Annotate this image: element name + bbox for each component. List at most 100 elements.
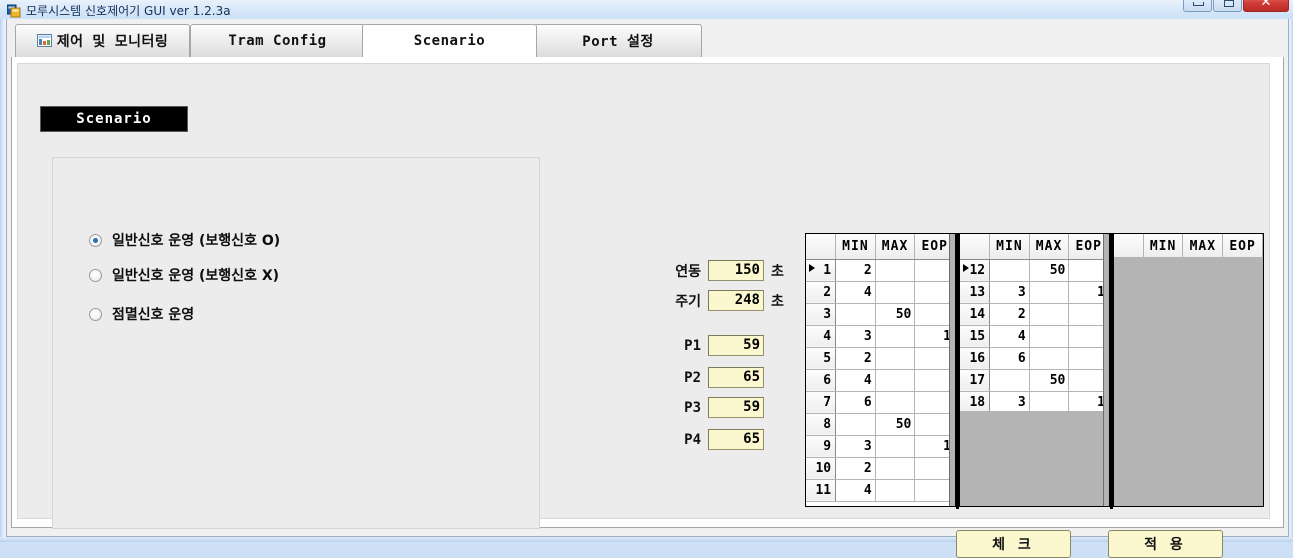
grid-cell-min[interactable]: 3	[835, 325, 876, 348]
grid-row[interactable]: 3 50	[806, 303, 955, 326]
grid-row-header[interactable]: 9	[806, 435, 837, 458]
grid-cell-max[interactable]	[875, 259, 916, 282]
grid-cell-max[interactable]	[875, 347, 916, 370]
grid-cell-max[interactable]	[875, 457, 916, 480]
grid-row[interactable]: 8 50	[806, 413, 955, 436]
grid-column-header-min[interactable]: MIN	[1143, 234, 1184, 260]
grid-column-header-max[interactable]: MAX	[1182, 234, 1224, 260]
grid-row-header[interactable]: 18	[960, 391, 991, 414]
grid-cell-min[interactable]: 3	[989, 281, 1030, 304]
jugi-input[interactable]: 248	[708, 290, 764, 311]
grid-row[interactable]: 16 6	[960, 347, 1109, 370]
grid-cell-min[interactable]	[835, 303, 876, 326]
check-button[interactable]: 체 크	[956, 530, 1071, 558]
grid-row[interactable]: 24	[806, 281, 955, 304]
grid-row[interactable]: 12	[806, 259, 955, 282]
grid-row[interactable]: 14 2	[960, 303, 1109, 326]
p2-input[interactable]: 65	[708, 367, 764, 388]
grid-cell-max[interactable]	[875, 479, 916, 502]
radio-normal-with-ped[interactable]: 일반신호 운영 (보행신호 O)	[89, 230, 280, 250]
grid-cell-min[interactable]: 4	[989, 325, 1030, 348]
grid-middle[interactable]: MIN MAX EOP 12 50 13 3 1 14 2 15 4 16 6 17 50 18 3 1	[959, 233, 1110, 507]
radio-flashing[interactable]: 점멸신호 운영	[89, 304, 194, 324]
grid-cell-min[interactable]: 3	[989, 391, 1030, 414]
grid-row[interactable]: 13 3 1	[960, 281, 1109, 304]
grid-scrollbar[interactable]	[949, 234, 955, 506]
grid-row[interactable]: 12 50	[960, 259, 1109, 282]
grid-row[interactable]: 15 4	[960, 325, 1109, 348]
tab-port-settings[interactable]: Port 설정	[534, 24, 702, 57]
grid-row-header[interactable]: 11	[806, 479, 837, 502]
grid-corner-header[interactable]	[806, 234, 837, 260]
grid-cell-min[interactable]: 6	[989, 347, 1030, 370]
grid-cell-max[interactable]	[1029, 391, 1070, 414]
grid-row-header[interactable]: 2	[806, 281, 837, 304]
grid-cell-max[interactable]	[875, 281, 916, 304]
grid-row-header[interactable]: 12	[960, 259, 991, 282]
grid-row-header[interactable]: 3	[806, 303, 837, 326]
tab-tram-config[interactable]: Tram Config	[190, 24, 365, 57]
grid-row[interactable]: 10 2	[806, 457, 955, 480]
grid-cell-max[interactable]	[875, 391, 916, 414]
apply-button[interactable]: 적 용	[1108, 530, 1223, 558]
grid-row-header[interactable]: 17	[960, 369, 991, 392]
radio-normal-without-ped[interactable]: 일반신호 운영 (보행신호 X)	[89, 265, 279, 285]
grid-row-header[interactable]: 14	[960, 303, 991, 326]
grid-column-header-eop[interactable]: EOP	[1222, 234, 1263, 260]
grid-cell-max[interactable]	[875, 325, 916, 348]
grid-row-header[interactable]: 16	[960, 347, 991, 370]
grid-row-header[interactable]: 1	[806, 259, 837, 282]
grid-corner-header[interactable]	[1114, 234, 1144, 260]
title-bar[interactable]: 모루시스템 신호제어기 GUI ver 1.2.3a ✕	[0, 0, 1293, 19]
grid-row-header[interactable]: 5	[806, 347, 837, 370]
grid-cell-max[interactable]: 50	[1029, 259, 1070, 282]
close-button[interactable]: ✕	[1243, 0, 1289, 12]
grid-cell-max[interactable]	[875, 435, 916, 458]
grid-row[interactable]: 931	[806, 435, 955, 458]
grid-column-header-min[interactable]: MIN	[835, 234, 876, 260]
grid-row[interactable]: 52	[806, 347, 955, 370]
grid-row[interactable]: 76	[806, 391, 955, 414]
grid-cell-min[interactable]: 4	[835, 281, 876, 304]
grid-cell-min[interactable]: 4	[835, 479, 876, 502]
grid-row[interactable]: 17 50	[960, 369, 1109, 392]
grid-column-header-max[interactable]: MAX	[875, 234, 916, 260]
grid-row-header[interactable]: 10	[806, 457, 837, 480]
grid-cell-min[interactable]: 3	[835, 435, 876, 458]
yeondong-input[interactable]: 150	[708, 260, 764, 281]
tab-scenario[interactable]: Scenario	[362, 24, 537, 57]
p3-input[interactable]: 59	[708, 397, 764, 418]
grid-cell-max[interactable]	[1029, 325, 1070, 348]
grid-column-header-min[interactable]: MIN	[989, 234, 1030, 260]
grid-row[interactable]: 18 3 1	[960, 391, 1109, 414]
minimize-button[interactable]	[1183, 0, 1212, 12]
grid-cell-min[interactable]	[835, 413, 876, 436]
maximize-button[interactable]	[1213, 0, 1242, 12]
grid-cell-max[interactable]: 50	[875, 303, 916, 326]
grid-column-header-max[interactable]: MAX	[1029, 234, 1070, 260]
grid-cell-max[interactable]: 50	[875, 413, 916, 436]
grid-cell-min[interactable]	[989, 259, 1030, 282]
grid-row[interactable]: 11 4	[806, 479, 955, 502]
p4-input[interactable]: 65	[708, 429, 764, 450]
grid-cell-min[interactable]: 4	[835, 369, 876, 392]
p1-input[interactable]: 59	[708, 335, 764, 356]
grid-row[interactable]: 64	[806, 369, 955, 392]
grid-cell-max[interactable]	[1029, 347, 1070, 370]
grid-row-header[interactable]: 7	[806, 391, 837, 414]
grid-cell-max[interactable]	[1029, 303, 1070, 326]
grid-cell-max[interactable]: 50	[1029, 369, 1070, 392]
grid-row-header[interactable]: 6	[806, 369, 837, 392]
grid-cell-min[interactable]	[989, 369, 1030, 392]
grid-left[interactable]: MIN MAX EOP 1 2 2 4 3 50 4 3 1 5 2 6 4 7 6 8 50 9 3 1 10 2 11 4	[805, 233, 956, 507]
grid-row-header[interactable]: 4	[806, 325, 837, 348]
grid-cell-min[interactable]: 2	[835, 457, 876, 480]
grid-cell-min[interactable]: 2	[835, 259, 876, 282]
tab-control-monitoring[interactable]: 제어 및 모니터링	[15, 24, 190, 57]
grid-cell-min[interactable]: 2	[989, 303, 1030, 326]
grid-scrollbar[interactable]	[1103, 234, 1109, 506]
grid-right[interactable]: MIN MAX EOP	[1113, 233, 1264, 507]
grid-row-header[interactable]: 15	[960, 325, 991, 348]
grid-row-header[interactable]: 13	[960, 281, 991, 304]
grid-cell-min[interactable]: 2	[835, 347, 876, 370]
